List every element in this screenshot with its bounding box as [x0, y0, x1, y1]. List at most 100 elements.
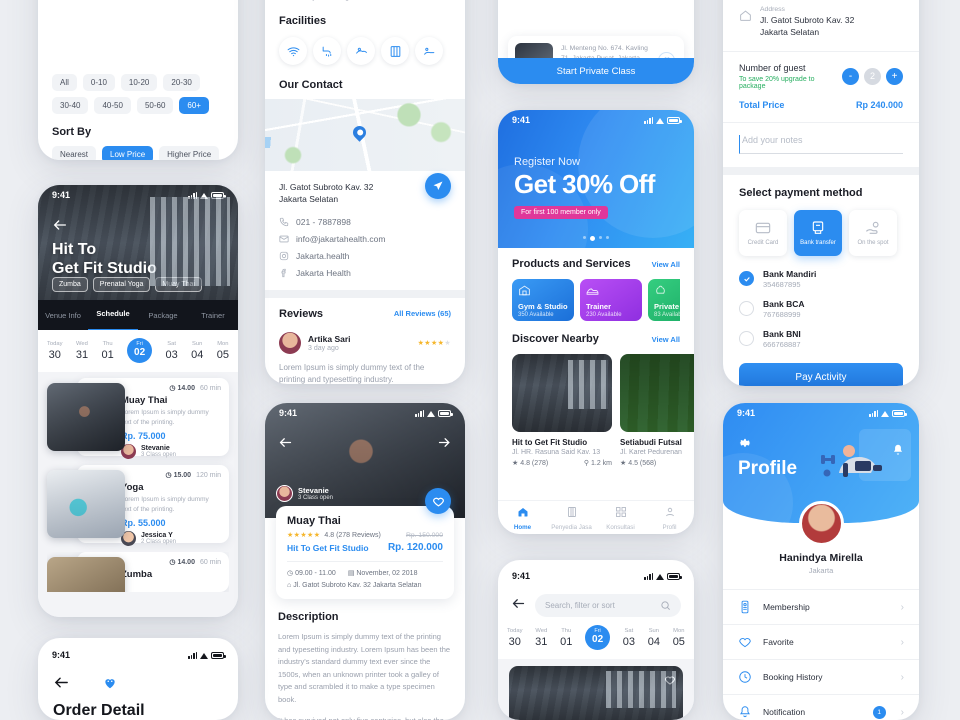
- reviews-heading: Reviews: [279, 307, 324, 320]
- bank-option-bni[interactable]: Bank BNI 666768887: [739, 329, 903, 349]
- pay-activity-button[interactable]: Pay Activity: [739, 362, 903, 386]
- menu-item-booking-history[interactable]: Booking History ›: [723, 660, 919, 694]
- send-icon[interactable]: [425, 173, 451, 199]
- date-item-31[interactable]: Wed 31: [76, 341, 88, 361]
- contact-phone-row[interactable]: 021 - 7887898: [279, 217, 451, 227]
- date-item-05[interactable]: Mon 05: [673, 628, 685, 648]
- tab-trainer[interactable]: Trainer: [188, 311, 238, 320]
- guest-label: Number of guest: [739, 62, 806, 73]
- share-icon[interactable]: [437, 435, 452, 455]
- reviewer-name: Artika Sari: [308, 333, 351, 344]
- date-item-04[interactable]: Sun 04: [191, 341, 203, 361]
- back-arrow-icon[interactable]: [53, 674, 70, 696]
- payment-method-bank-transfer[interactable]: Bank transfer: [794, 209, 842, 256]
- nav-item-penyedia-jasa[interactable]: Penyedia Jasa: [547, 505, 596, 531]
- date-item-03[interactable]: Sat 03: [623, 628, 635, 648]
- menu-item-membership[interactable]: Membership ›: [723, 590, 919, 624]
- carousel-dots[interactable]: [498, 236, 694, 241]
- class-venue[interactable]: Hit To Get Fit Studio: [287, 543, 369, 553]
- discover-card-hit-to-get-fit[interactable]: Hit to Get Fit Studio Jl. HR. Rasuna Sai…: [512, 354, 612, 467]
- tab-schedule[interactable]: Schedule: [88, 299, 138, 330]
- products-view-all[interactable]: View All: [652, 260, 680, 269]
- date-item-04[interactable]: Sun 04: [648, 628, 660, 648]
- guest-count: 2: [864, 67, 881, 85]
- contact-instagram-row[interactable]: Jakarta.health: [279, 251, 451, 261]
- discover-distance: ⚲ 1.2 km: [583, 460, 612, 467]
- class-card-zumba[interactable]: ◷ 14.00 60 min Zumba: [47, 552, 229, 592]
- contact-facebook-row[interactable]: Jakarta Health: [279, 268, 451, 278]
- contact-email-row[interactable]: info@jakartahealth.com: [279, 234, 451, 244]
- heart-icon[interactable]: [664, 673, 676, 691]
- result-photo[interactable]: [509, 666, 683, 720]
- contact-map[interactable]: [265, 99, 465, 171]
- back-arrow-icon[interactable]: [278, 435, 293, 455]
- bank-option-mandiri[interactable]: Bank Mandiri 354687895: [739, 269, 903, 289]
- bank-option-bca[interactable]: Bank BCA 767688999: [739, 299, 903, 319]
- date-item-01[interactable]: Thu 01: [101, 341, 113, 361]
- nav-item-konsultasi[interactable]: Konsultasi: [596, 505, 645, 531]
- class-card-muay-thai[interactable]: ◷ 14.00 60 min Muay Thai Lorem Ipsum is …: [47, 378, 229, 459]
- product-count: 83 Available: [654, 312, 680, 318]
- date-item-30[interactable]: Today 30: [47, 341, 62, 361]
- class-card-yoga[interactable]: ◷ 15.00 120 min Yoga Lorem Ipsum is simp…: [47, 465, 229, 546]
- studio-tag-muay-thai[interactable]: Muay Thai: [155, 277, 202, 292]
- sort-chip-nearest[interactable]: Nearest: [52, 146, 97, 160]
- notes-input[interactable]: Add your notes: [739, 134, 903, 154]
- date-item-05[interactable]: Mon 05: [217, 341, 229, 361]
- promo-headline: Get 30% Off: [514, 169, 655, 199]
- start-private-class-button[interactable]: Start Private Class: [498, 58, 694, 84]
- bell-icon[interactable]: [891, 443, 905, 462]
- nav-item-home[interactable]: Home: [498, 505, 547, 531]
- trainer-name: Stevanie: [298, 486, 329, 495]
- price-chip-all[interactable]: All: [52, 74, 77, 91]
- product-card-trainer[interactable]: Trainer 230 Available: [580, 279, 642, 321]
- price-chip-60-plus[interactable]: 60+: [179, 97, 209, 114]
- discover-card-setiabudi-futsal[interactable]: Setiabudi Futsal Jl. Karet Pedurenan ★ 4…: [620, 354, 694, 467]
- back-arrow-icon[interactable]: [511, 596, 526, 616]
- product-card-private-trainer[interactable]: Private Tra 83 Available: [648, 279, 680, 321]
- studio-tag-prenatal-yoga[interactable]: Prenatal Yoga: [92, 277, 151, 292]
- date-item-02-selected[interactable]: Fri 02: [127, 338, 153, 363]
- tab-package[interactable]: Package: [138, 311, 188, 320]
- sort-chip-low-price[interactable]: Low Price: [102, 146, 154, 160]
- guest-decrement-button[interactable]: -: [842, 67, 859, 85]
- price-chip-20-30[interactable]: 20-30: [163, 74, 200, 91]
- towel-icon[interactable]: [347, 37, 375, 65]
- menu-item-notification[interactable]: Notification 1 ›: [723, 695, 919, 720]
- wifi-icon[interactable]: [279, 37, 307, 65]
- price-chip-40-50[interactable]: 40-50: [94, 97, 131, 114]
- shower-icon[interactable]: [313, 37, 341, 65]
- massage-icon[interactable]: [415, 37, 443, 65]
- product-card-gym-studio[interactable]: Gym & Studio 350 Available: [512, 279, 574, 321]
- profile-name: Hanindya Mirella: [779, 552, 863, 564]
- avatar[interactable]: [798, 501, 844, 546]
- date-item-30[interactable]: Today 30: [507, 628, 522, 648]
- search-input[interactable]: Search, filter or sort: [535, 594, 681, 617]
- all-reviews-link[interactable]: All Reviews (65): [394, 309, 451, 318]
- description-paragraph-2: It has survived not only five centuries,…: [278, 715, 452, 720]
- tab-venue-info[interactable]: Venue Info: [38, 311, 88, 320]
- date-item-31[interactable]: Wed 31: [535, 628, 547, 648]
- back-arrow-icon[interactable]: [52, 217, 68, 238]
- favorite-button[interactable]: [425, 488, 451, 514]
- date-item-02-selected[interactable]: Fri 02: [585, 625, 611, 650]
- price-chip-0-10[interactable]: 0-10: [82, 74, 115, 91]
- guest-increment-button[interactable]: +: [886, 67, 903, 85]
- battery-icon: [211, 652, 226, 659]
- studio-tag-zumba[interactable]: Zumba: [52, 277, 88, 292]
- product-count: 350 Available: [518, 312, 554, 318]
- payment-method-on-the-spot[interactable]: On the spot: [849, 209, 897, 256]
- price-chip-10-20[interactable]: 10-20: [120, 74, 158, 91]
- gear-icon[interactable]: [738, 436, 752, 455]
- sort-chip-higher-price[interactable]: Higher Price: [159, 146, 220, 160]
- date-item-03[interactable]: Sat 03: [165, 341, 177, 361]
- discover-view-all[interactable]: View All: [652, 335, 680, 344]
- payment-method-credit-card[interactable]: Credit Card: [739, 209, 787, 256]
- locker-icon[interactable]: [381, 37, 409, 65]
- nav-item-profil[interactable]: Profil: [645, 505, 694, 531]
- price-chip-50-60[interactable]: 50-60: [136, 97, 174, 114]
- menu-item-favorite[interactable]: Favorite ›: [723, 625, 919, 659]
- promo-banner[interactable]: 9:41 Register Now Get 30% Off For first …: [498, 110, 694, 248]
- date-item-01[interactable]: Thu 01: [560, 628, 572, 648]
- price-chip-30-40[interactable]: 30-40: [52, 97, 89, 114]
